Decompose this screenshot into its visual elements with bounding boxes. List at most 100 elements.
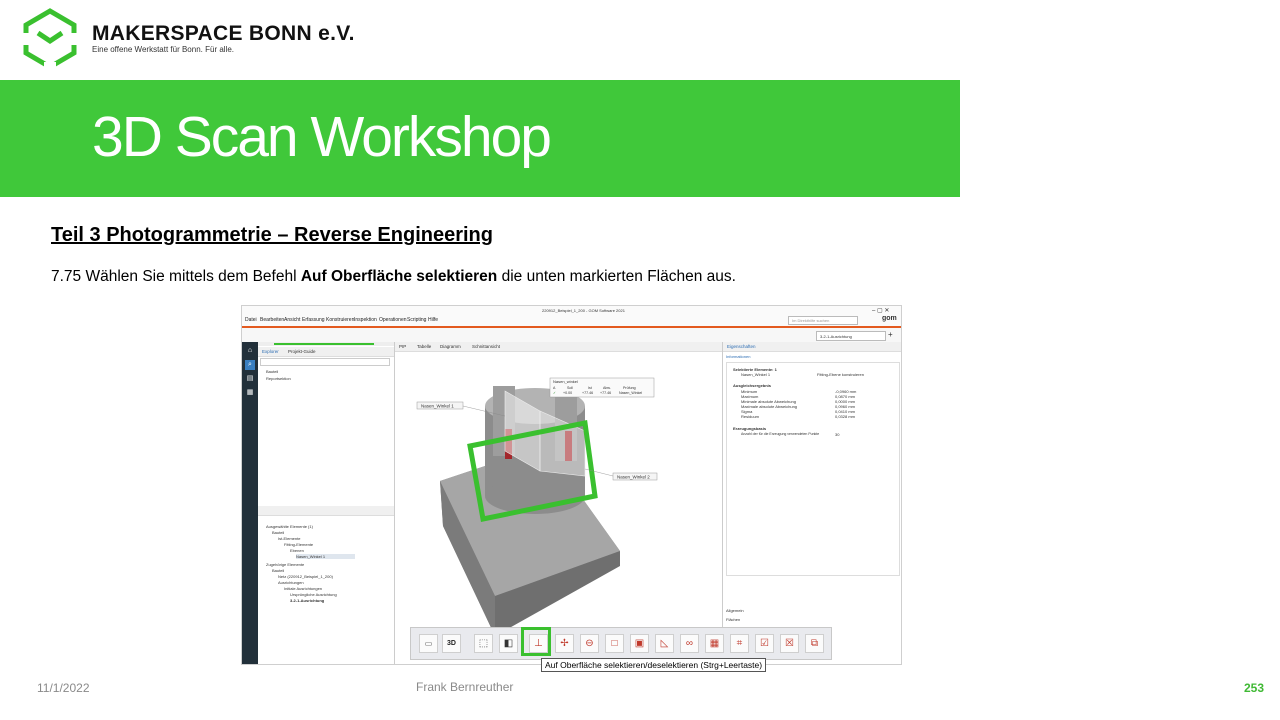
properties-tabs: Eigenschaften (723, 342, 901, 352)
menu-operationen[interactable]: Operationen (379, 317, 407, 323)
tree-item[interactable]: Bauteil (266, 369, 278, 374)
menu-ansicht[interactable]: Ansicht (284, 317, 300, 323)
footer-date: 11/1/2022 (37, 681, 90, 695)
rectangle-select-icon[interactable]: ⬚ (474, 634, 493, 653)
plane-select-icon[interactable]: ✢ (555, 634, 574, 653)
slide-title: 3D Scan Workshop (92, 105, 552, 169)
patch-select-icon[interactable]: ▣ (630, 634, 649, 653)
page-number: 253 (1244, 681, 1265, 695)
frame-select-icon[interactable]: □ (605, 634, 624, 653)
status-bar (258, 342, 394, 346)
measurement-cell-pruefung: Nasen_Winkel (619, 391, 642, 395)
instruction-suffix: die unten markierten Flächen aus. (497, 268, 736, 285)
window-controls[interactable]: – ▢ ✕ (872, 307, 889, 314)
check-icon[interactable]: ☑ (755, 634, 774, 653)
tooltip: Auf Oberfläche selektieren/deselektieren… (541, 658, 767, 672)
property-value: 0,0328 mm (835, 414, 856, 419)
panel-row[interactable]: Flächen (726, 617, 740, 622)
property-label: Residuum (741, 414, 760, 419)
selection-tabs (258, 506, 394, 516)
explorer-filter-input[interactable] (260, 358, 390, 366)
3d-view-icon[interactable]: 3D (442, 634, 461, 653)
section-heading: Teil 3 Photogrammetrie – Reverse Enginee… (51, 224, 493, 246)
tree-item[interactable]: Ist-Elemente (278, 536, 300, 541)
alignment-select[interactable]: 3-2-1-Ausrichtung (816, 331, 886, 341)
tree-item[interactable]: Ebenen (290, 548, 304, 553)
gom-logo-icon: gom (882, 315, 897, 322)
measurement-header-soll: Soll (567, 386, 573, 390)
scanned-part-model[interactable]: Nasen_Winkel 1 Nasen_Winkel 2 Nasen_wink… (395, 351, 722, 664)
tab-properties[interactable]: Eigenschaften (727, 344, 756, 349)
tree-item[interactable]: Initiale Ausrichtungen (284, 586, 322, 591)
menu-datei[interactable]: Datei (245, 317, 257, 323)
instruction-command: Auf Oberfläche selektieren (300, 268, 498, 285)
tree-item-selected[interactable]: Nasen_Winkel 1 (296, 554, 356, 559)
measurement-cell-ist: +77.46 (582, 391, 593, 395)
tree-item[interactable]: Ausrichtungen (278, 580, 304, 585)
gom-software-screenshot: 220912_Beispiel_1_200 - GOM Software 202… (241, 305, 902, 665)
property-label: Nasen_Winkel 1 (741, 372, 771, 377)
fit-select-icon[interactable]: ⌗ (730, 634, 749, 653)
tree-item[interactable]: Fitting-Elemente (284, 542, 313, 547)
makerspace-hexagon-icon (22, 8, 78, 70)
3d-viewport[interactable]: PIP Tabelle Diagramm Schnittansicht Nase… (395, 342, 722, 664)
angle-select-icon[interactable]: ◺ (655, 634, 674, 653)
instruction-text: 7.75 Wählen Sie mittels dem Befehl Auf O… (51, 268, 736, 286)
window-titlebar: 220912_Beispiel_1_200 - GOM Software 202… (242, 306, 901, 314)
measurement-header-pruefung: Prüfung (623, 386, 636, 390)
add-icon[interactable]: + (888, 330, 893, 339)
search-icon[interactable]: ⌕ (245, 360, 255, 370)
grid-icon[interactable]: ▦ (245, 388, 255, 398)
menu-erfassung[interactable]: Erfassung (302, 317, 325, 323)
tree-item[interactable]: Bauteil (272, 530, 284, 535)
cylinder-select-icon[interactable]: ⊖ (580, 634, 599, 653)
menu-hilfe[interactable]: Hilfe (428, 317, 438, 323)
tree-item[interactable]: Zugehörige Elemente (266, 562, 304, 567)
report-icon[interactable]: ▤ (245, 374, 255, 384)
measurement-header-abw: Abw. (603, 386, 611, 390)
menu-inspektion[interactable]: Inspektion (354, 317, 377, 323)
tree-item[interactable]: Reportsektion (266, 376, 291, 381)
grid-select-icon[interactable]: ▦ (705, 634, 724, 653)
organization-tagline: Eine offene Werkstatt für Bonn. Für alle… (92, 45, 234, 54)
home-icon[interactable]: ⌂ (245, 346, 255, 356)
window-title: 220912_Beispiel_1_200 - GOM Software 202… (542, 308, 625, 313)
tree-item[interactable]: Netz (220912_Beispiel_1_200) (278, 574, 333, 579)
property-value: Fitting-Ebene konstruieren (817, 372, 864, 377)
plane-label-2: Nasen_Winkel 2 (617, 475, 650, 480)
help-search-placeholder: Im Direkthilfe suchen (792, 318, 830, 323)
properties-panel: Eigenschaften Informationen Selektierte … (722, 342, 901, 664)
tab-diagramm[interactable]: Diagramm (440, 344, 461, 349)
section-title: Ausgleichsergebnis (733, 383, 772, 388)
measurement-cell-soll: +0.00 (563, 391, 572, 395)
tree-item[interactable]: Bauteil (272, 568, 284, 573)
alignment-value: 3-2-1-Ausrichtung (820, 334, 852, 339)
help-search-input[interactable]: Im Direkthilfe suchen (788, 316, 858, 325)
section-title: Erzeugungsbasis (733, 426, 767, 431)
tab-explorer[interactable]: Explorer (262, 349, 279, 354)
menu-konstruieren[interactable]: Konstruieren (326, 317, 354, 323)
properties-box: Selektierte Elemente: 1 Nasen_Winkel 1 F… (726, 362, 900, 576)
measurement-table-title: Nasen_winkel (553, 379, 578, 384)
connected-select-icon[interactable]: ∞ (680, 634, 699, 653)
tab-schnittansicht[interactable]: Schnittansicht (472, 344, 500, 349)
tree-item[interactable]: 3-2-1-Ausrichtung (290, 598, 324, 603)
split-icon[interactable]: ◧ (499, 634, 518, 653)
tab-project-guide[interactable]: Projekt-Guide (288, 349, 316, 354)
menu-bearbeiten[interactable]: Bearbeiten (260, 317, 284, 323)
tab-tabelle[interactable]: Tabelle (417, 344, 431, 349)
organization-name: MAKERSPACE BONN e.V. (92, 22, 355, 45)
tab-pip[interactable]: PIP (399, 344, 406, 349)
properties-subtitle: Informationen (726, 354, 751, 359)
measurement-cell-check: ✓ (553, 391, 556, 395)
left-rail: ⌂ ⌕ ▤ ▦ (242, 342, 258, 664)
menu-scripting[interactable]: Scripting (407, 317, 426, 323)
tree-item[interactable]: Ausgewählte Elemente (1) (266, 524, 313, 529)
tree-item[interactable]: Ursprüngliche Ausrichtung (290, 592, 337, 597)
instruction-prefix: 7.75 Wählen Sie mittels dem Befehl (51, 268, 301, 285)
more-select-icon[interactable]: ⧉ (805, 634, 824, 653)
panel-row[interactable]: Allgemein (726, 608, 744, 613)
select-icon[interactable]: ▭ (419, 634, 438, 653)
deselect-icon[interactable]: ☒ (780, 634, 799, 653)
measurement-cell-abw: +77.46 (600, 391, 611, 395)
